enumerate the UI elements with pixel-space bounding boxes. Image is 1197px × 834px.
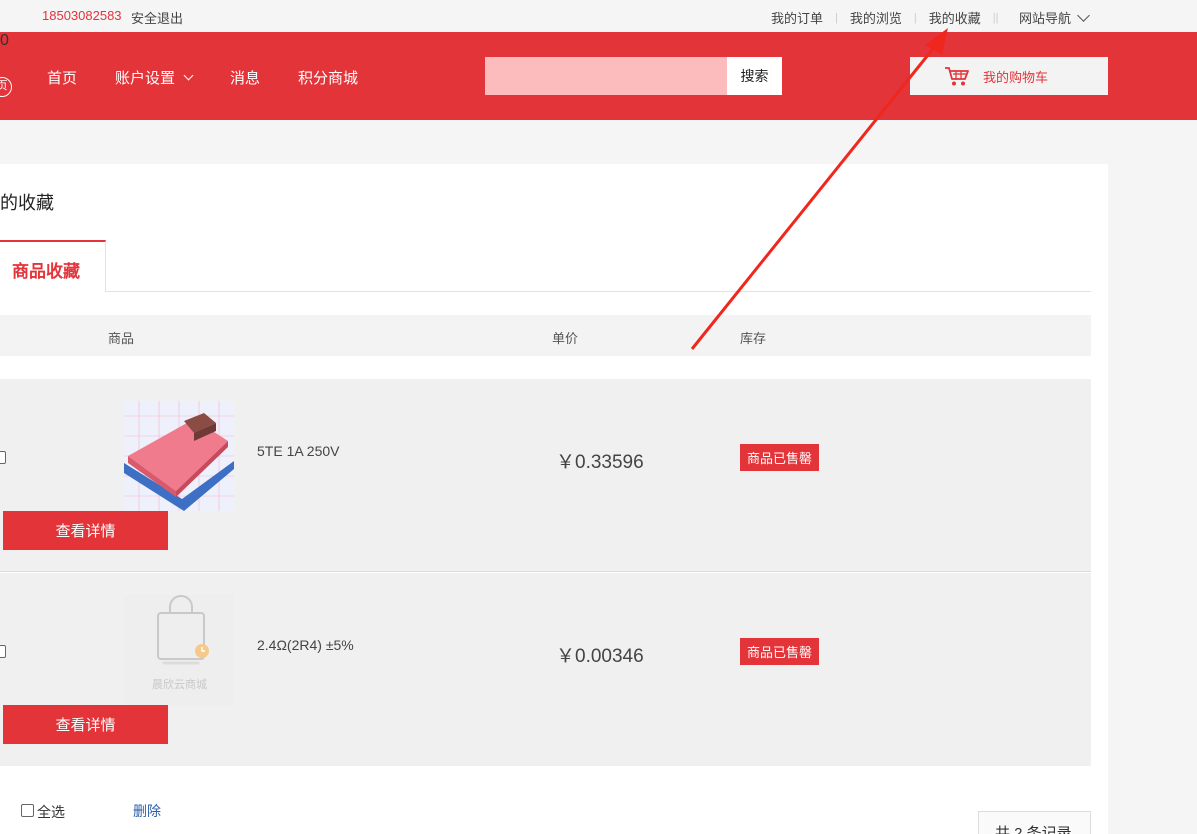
table-row: 晨欣云商城 2.4Ω(2R4) ±5% ￥0.00346 商品已售罄 查看详情 xyxy=(0,573,1091,766)
site-nav-label: 网站导航 xyxy=(1019,11,1072,26)
main-header: 页 首页 账户设置 消息 积分商城 搜索 我的购物车 0 xyxy=(0,32,1197,120)
chevron-down-icon xyxy=(1077,8,1090,22)
view-details-button[interactable]: 查看详情 xyxy=(3,511,168,550)
status-badge: 商品已售罄 xyxy=(740,444,820,471)
tab-product-favorites[interactable]: 商品收藏 xyxy=(0,240,106,292)
record-count: 共 2 条记录 xyxy=(978,811,1091,834)
my-favorites-link[interactable]: 我的收藏 xyxy=(929,8,981,27)
placeholder-watermark: 晨欣云商城 xyxy=(152,679,207,691)
divider: || xyxy=(992,11,999,24)
column-price: 单价 xyxy=(552,331,579,346)
cart-button[interactable]: 我的购物车 xyxy=(910,57,1108,95)
divider: | xyxy=(913,11,917,24)
nav-points-mall[interactable]: 积分商城 xyxy=(298,67,358,88)
cart-label: 我的购物车 xyxy=(983,69,1049,85)
product-price: ￥0.00346 xyxy=(556,646,644,667)
favorites-panel: 我的收藏 商品收藏 商品 单价 库存 xyxy=(0,164,1108,834)
chevron-down-icon xyxy=(183,70,194,81)
table-header: 商品 单价 库存 xyxy=(0,315,1091,356)
row-checkbox[interactable] xyxy=(0,645,6,658)
tab-bar: 商品收藏 xyxy=(0,240,1091,292)
product-price: ￥0.33596 xyxy=(556,452,644,473)
nav-messages[interactable]: 消息 xyxy=(230,67,260,88)
product-image[interactable] xyxy=(124,401,234,511)
page-title: 我的收藏 xyxy=(0,193,54,213)
status-badge: 商品已售罄 xyxy=(740,638,820,665)
my-orders-link[interactable]: 我的订单 xyxy=(771,8,823,27)
cart-count-badge: 0 xyxy=(0,32,9,49)
table-row: 5TE 1A 250V ￥0.33596 商品已售罄 查看详情 xyxy=(0,379,1091,572)
nav-home-label: 首页 xyxy=(47,70,78,87)
product-name[interactable]: 5TE 1A 250V xyxy=(257,443,340,459)
user-phone[interactable]: 18503082583 xyxy=(42,8,122,23)
column-stock: 库存 xyxy=(740,331,767,346)
nav-account-settings[interactable]: 账户设置 xyxy=(115,67,194,88)
top-utility-bar: 18503082583 安全退出 我的订单 | 我的浏览 | 我的收藏 || 网… xyxy=(0,0,1197,32)
top-links: 我的订单 | 我的浏览 | 我的收藏 || xyxy=(771,8,1010,27)
nav-account-label: 账户设置 xyxy=(115,70,176,87)
view-details-button[interactable]: 查看详情 xyxy=(3,705,168,744)
logout-link[interactable]: 安全退出 xyxy=(131,8,183,27)
site-nav-dropdown[interactable]: 网站导航 xyxy=(1019,8,1090,27)
search-button[interactable]: 搜索 xyxy=(727,57,782,95)
cart-icon xyxy=(944,65,970,87)
main-nav: 首页 账户设置 消息 积分商城 xyxy=(47,67,396,88)
search-input[interactable] xyxy=(485,57,727,95)
my-history-link[interactable]: 我的浏览 xyxy=(850,8,902,27)
product-image-placeholder[interactable]: 晨欣云商城 xyxy=(124,595,234,705)
row-checkbox[interactable] xyxy=(0,451,6,464)
search-bar: 搜索 xyxy=(485,57,782,95)
nav-messages-label: 消息 xyxy=(230,70,261,87)
select-all-label[interactable]: 全选 xyxy=(37,802,65,822)
column-product: 商品 xyxy=(108,331,135,346)
table-footer: 全选 删除 共 2 条记录 xyxy=(0,794,1091,834)
divider: | xyxy=(835,11,838,24)
nav-home[interactable]: 首页 xyxy=(47,67,77,88)
product-name[interactable]: 2.4Ω(2R4) ±5% xyxy=(257,637,354,653)
delete-link[interactable]: 删除 xyxy=(133,801,161,821)
nav-points-label: 积分商城 xyxy=(298,70,359,87)
select-all-checkbox[interactable] xyxy=(21,804,34,817)
home-circle-icon[interactable]: 页 xyxy=(0,77,12,97)
